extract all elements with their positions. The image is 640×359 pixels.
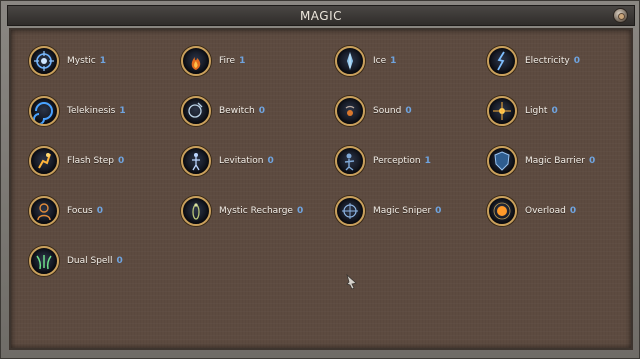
telekinesis-icon (29, 96, 59, 126)
skill-electricity[interactable]: Electricity 0 (487, 44, 580, 78)
skills-panel: Mystic 1 Fire 1 Ice 1 Electricity 0 Tele… (9, 28, 633, 350)
title-bar: MAGIC (7, 5, 635, 26)
skill-telekinesis[interactable]: Telekinesis 1 (29, 94, 126, 128)
skill-name: Bewitch (219, 106, 255, 116)
ice-icon (335, 46, 365, 76)
skill-name: Focus (67, 206, 93, 216)
skill-name: Perception (373, 156, 421, 166)
skill-name: Light (525, 106, 548, 116)
mystic-icon (29, 46, 59, 76)
skill-name: Overload (525, 206, 566, 216)
skill-level: 0 (551, 106, 558, 116)
skill-level: 0 (569, 206, 577, 216)
overload-icon (487, 196, 517, 226)
window-title: MAGIC (299, 9, 343, 23)
dual-spell-icon (29, 246, 59, 276)
focus-icon (29, 196, 59, 226)
skill-level: 0 (116, 256, 123, 266)
mystic-recharge-icon (181, 196, 211, 226)
skill-level: 1 (239, 56, 246, 66)
skill-level: 0 (267, 156, 274, 166)
skill-name: Mystic Recharge (219, 206, 293, 216)
skill-overload[interactable]: Overload 0 (487, 194, 576, 228)
skill-name: Magic Barrier (525, 156, 585, 166)
skill-mystic-recharge[interactable]: Mystic Recharge 0 (181, 194, 303, 228)
skill-name: Levitation (219, 156, 264, 166)
skill-ice[interactable]: Ice 1 (335, 44, 396, 78)
skill-name: Telekinesis (67, 106, 116, 116)
light-icon (487, 96, 517, 126)
skill-bewitch[interactable]: Bewitch 0 (181, 94, 265, 128)
skill-level: 0 (258, 106, 266, 116)
skill-magic-barrier[interactable]: Magic Barrier 0 (487, 144, 595, 178)
magic-sniper-icon (335, 196, 365, 226)
skill-magic-sniper[interactable]: Magic Sniper 0 (335, 194, 441, 228)
skill-level: 0 (573, 56, 580, 66)
skill-name: Flash Step (67, 156, 114, 166)
skill-level: 1 (119, 106, 126, 116)
skill-sound[interactable]: Sound 0 (335, 94, 412, 128)
skill-name: Ice (373, 56, 387, 66)
magic-barrier-icon (487, 146, 517, 176)
flash-step-icon (29, 146, 59, 176)
skill-level: 0 (405, 106, 412, 116)
sound-icon (335, 96, 365, 126)
close-button[interactable] (613, 8, 628, 23)
levitation-icon (181, 146, 211, 176)
skill-flash-step[interactable]: Flash Step 0 (29, 144, 124, 178)
skill-name: Fire (219, 56, 236, 66)
skill-light[interactable]: Light 0 (487, 94, 558, 128)
skill-level: 1 (424, 156, 431, 166)
magic-window: MAGIC Mystic 1 Fire 1 Ice 1 Electricity … (0, 0, 640, 359)
perception-icon (335, 146, 365, 176)
skill-mystic[interactable]: Mystic 1 (29, 44, 106, 78)
skill-name: Sound (373, 106, 402, 116)
skill-name: Dual Spell (67, 256, 113, 266)
skill-level: 0 (96, 206, 103, 216)
skill-level: 0 (435, 206, 442, 216)
skill-level: 1 (390, 56, 397, 66)
mouse-cursor-icon (346, 273, 357, 290)
skill-name: Electricity (525, 56, 570, 66)
skill-dual-spell[interactable]: Dual Spell 0 (29, 244, 123, 278)
electricity-icon (487, 46, 517, 76)
skill-level: 0 (588, 156, 596, 166)
skill-name: Magic Sniper (373, 206, 432, 216)
skill-level: 0 (296, 206, 304, 216)
skill-level: 0 (117, 156, 125, 166)
skill-level: 1 (99, 56, 107, 66)
skill-name: Mystic (67, 56, 96, 66)
skill-focus[interactable]: Focus 0 (29, 194, 103, 228)
skill-perception[interactable]: Perception 1 (335, 144, 431, 178)
skill-levitation[interactable]: Levitation 0 (181, 144, 274, 178)
fire-icon (181, 46, 211, 76)
skill-fire[interactable]: Fire 1 (181, 44, 245, 78)
bewitch-icon (181, 96, 211, 126)
